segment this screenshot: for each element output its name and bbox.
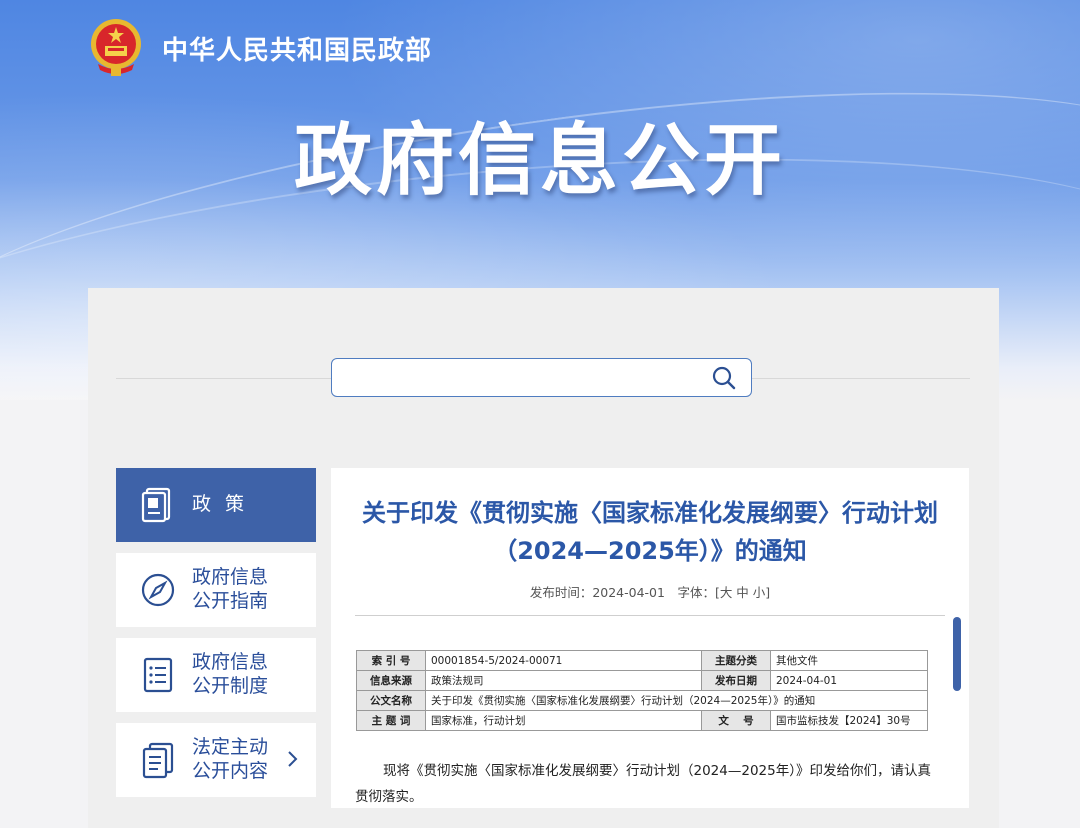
table-label: 文 号 [701, 710, 771, 731]
sidebar-item-label: 政策 [192, 493, 259, 515]
documents-icon [142, 742, 174, 779]
sidebar-item-label: 公开指南 [192, 590, 269, 612]
search-bar [331, 358, 752, 397]
table-row: 信息来源 政策法规司 发布日期 2024-04-01 [356, 670, 928, 691]
table-value: 其他文件 [770, 650, 928, 671]
search-input[interactable] [342, 365, 706, 391]
sidebar-item-label: 政府信息 [192, 566, 269, 588]
sidebar-item-disclosure-system[interactable]: 政府信息 公开制度 [116, 638, 316, 712]
chevron-right-icon [288, 751, 298, 767]
national-emblem-icon [91, 19, 141, 76]
table-row: 公文名称 关于印发《贯彻实施〈国家标准化发展纲要〉行动计划（2024—2025年… [356, 690, 928, 711]
book-icon [141, 487, 171, 523]
organization-name: 中华人民共和国民政部 [162, 36, 433, 66]
table-row: 索 引 号 00001854-5/2024-00071 主题分类 其他文件 [356, 650, 928, 671]
table-label: 主题分类 [701, 650, 771, 671]
sidebar-item-policy[interactable]: 政策 [116, 468, 316, 542]
table-label: 信息来源 [356, 670, 426, 691]
table-value: 国市监标技发【2024】30号 [770, 710, 928, 731]
table-value: 00001854-5/2024-00071 [425, 650, 702, 671]
table-value: 政策法规司 [425, 670, 702, 691]
document-meta: 发布时间：2024-04-01 字体：[大 中 小] [529, 585, 771, 600]
sidebar-item-statutory-content[interactable]: 法定主动 公开内容 [116, 723, 316, 797]
table-label: 公文名称 [356, 690, 426, 711]
sidebar-item-label: 法定主动 [192, 736, 269, 758]
compass-icon [141, 573, 175, 607]
divider [355, 615, 945, 616]
list-document-icon [143, 657, 173, 693]
document-info-table: 索 引 号 00001854-5/2024-00071 主题分类 其他文件 信息… [356, 650, 928, 731]
table-label: 主 题 词 [356, 710, 426, 731]
document-body: 现将《贯彻实施〈国家标准化发展纲要〉行动计划（2024—2025年）》印发给你们… [355, 763, 931, 805]
sidebar-item-label: 政府信息 [192, 651, 269, 673]
document-panel: 关于印发《贯彻实施〈国家标准化发展纲要〉行动计划（2024—2025年）》的通知… [331, 468, 969, 808]
document-title: 关于印发《贯彻实施〈国家标准化发展纲要〉行动计划（2024—2025年）》的通知 [362, 499, 938, 565]
table-value: 关于印发《贯彻实施〈国家标准化发展纲要〉行动计划（2024—2025年）》的通知 [425, 690, 928, 711]
table-value: 2024-04-01 [770, 670, 928, 691]
table-row: 主 题 词 国家标准，行动计划 文 号 国市监标技发【2024】30号 [356, 710, 928, 731]
table-value: 国家标准，行动计划 [425, 710, 702, 731]
sidebar-item-label: 公开内容 [192, 760, 269, 782]
table-label: 索 引 号 [356, 650, 426, 671]
page-title: 政府信息公开 [293, 116, 786, 206]
search-icon[interactable] [711, 365, 737, 391]
sidebar-item-disclosure-guide[interactable]: 政府信息 公开指南 [116, 553, 316, 627]
table-label: 发布日期 [701, 670, 771, 691]
sidebar-item-label: 公开制度 [192, 675, 269, 697]
scrollbar-thumb[interactable] [953, 617, 961, 691]
